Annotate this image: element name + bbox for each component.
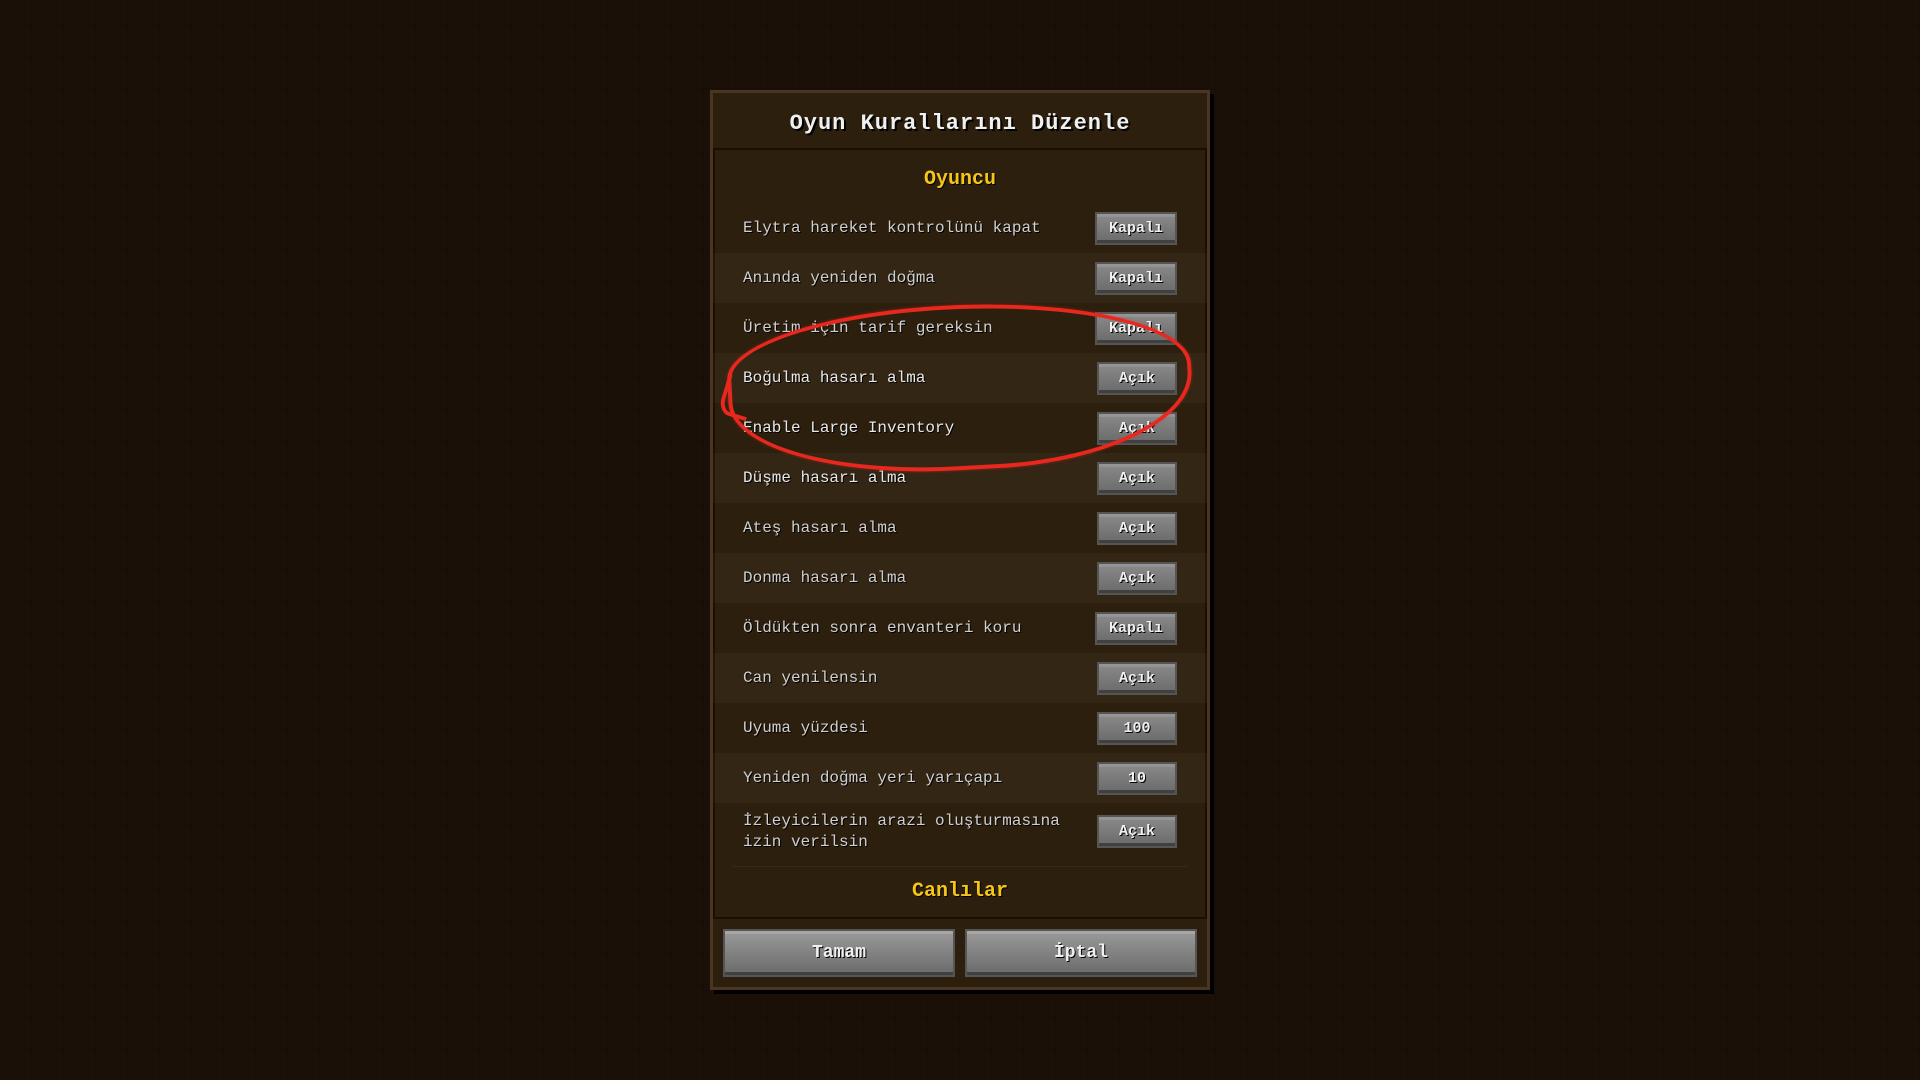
setting-row-disable_raids: Baskınları devre dışı bırakKapalı [713,915,1207,917]
setting-label-natural_regen: Can yenilensin [743,668,1097,689]
setting-btn-freeze_dmg[interactable]: Açık [1097,562,1177,595]
setting-label-fire_dmg: Ateş hasarı alma [743,518,1097,539]
setting-btn-fall_dmg[interactable]: Açık [1097,462,1177,495]
creature-settings: Baskınları devre dışı bırakKapalıÖlü oyu… [713,915,1207,917]
player-settings: Elytra hareket kontrolünü kapatKapalıAnı… [713,203,1207,861]
setting-row-sleep_pct: Uyuma yüzdesi100 [713,703,1207,753]
cancel-button[interactable]: İptal [965,929,1197,977]
setting-btn-large_inventory[interactable]: Açık [1097,412,1177,445]
setting-row-freeze_dmg: Donma hasarı almaAçık [713,553,1207,603]
setting-label-drowning_dmg: Boğulma hasarı alma [743,368,1097,389]
section-header-creatures: Canlılar [713,872,1207,915]
setting-row-fire_dmg: Ateş hasarı almaAçık [713,503,1207,553]
setting-row-recipe_required: Üretim için tarif gereksinKapalı [713,303,1207,353]
setting-btn-respawn_radius[interactable]: 10 [1097,762,1177,795]
setting-btn-elytra[interactable]: Kapalı [1095,212,1177,245]
setting-row-elytra: Elytra hareket kontrolünü kapatKapalı [713,203,1207,253]
setting-btn-natural_regen[interactable]: Açık [1097,662,1177,695]
setting-btn-spectators_land[interactable]: Açık [1097,815,1177,848]
setting-row-natural_regen: Can yenilensinAçık [713,653,1207,703]
modal-footer: Tamam İptal [713,917,1207,987]
setting-label-recipe_required: Üretim için tarif gereksin [743,318,1095,339]
ok-button[interactable]: Tamam [723,929,955,977]
setting-row-drowning_dmg: Boğulma hasarı almaAçık [713,353,1207,403]
setting-row-large_inventory: Enable Large InventoryAçık [713,403,1207,453]
modal-title: Oyun Kurallarını Düzenle [713,93,1207,150]
setting-label-fall_dmg: Düşme hasarı alma [743,468,1097,489]
setting-row-respawn_radius: Yeniden doğma yeri yarıçapı10 [713,753,1207,803]
setting-label-freeze_dmg: Donma hasarı alma [743,568,1097,589]
setting-row-keep_inventory: Öldükten sonra envanteri koruKapalı [713,603,1207,653]
setting-btn-instant_respawn[interactable]: Kapalı [1095,262,1177,295]
setting-btn-drowning_dmg[interactable]: Açık [1097,362,1177,395]
scroll-area: Oyuncu Elytra hareket kontrolünü kapatKa… [713,150,1207,917]
setting-label-large_inventory: Enable Large Inventory [743,418,1097,439]
setting-btn-keep_inventory[interactable]: Kapalı [1095,612,1177,645]
setting-label-elytra: Elytra hareket kontrolünü kapat [743,218,1095,239]
section-header-player: Oyuncu [713,160,1207,203]
setting-label-spectators_land: İzleyicilerin arazi oluşturmasına izin v… [743,811,1097,853]
setting-row-instant_respawn: Anında yeniden doğmaKapalı [713,253,1207,303]
setting-btn-recipe_required[interactable]: Kapalı [1095,312,1177,345]
setting-label-keep_inventory: Öldükten sonra envanteri koru [743,618,1095,639]
setting-btn-fire_dmg[interactable]: Açık [1097,512,1177,545]
setting-label-sleep_pct: Uyuma yüzdesi [743,718,1097,739]
setting-row-fall_dmg: Düşme hasarı almaAçık [713,453,1207,503]
setting-row-spectators_land: İzleyicilerin arazi oluşturmasına izin v… [713,803,1207,861]
modal: Oyun Kurallarını Düzenle Oyuncu Elytra h… [710,90,1210,990]
section-divider [733,866,1187,867]
setting-label-respawn_radius: Yeniden doğma yeri yarıçapı [743,768,1097,789]
setting-btn-sleep_pct[interactable]: 100 [1097,712,1177,745]
setting-label-instant_respawn: Anında yeniden doğma [743,268,1095,289]
